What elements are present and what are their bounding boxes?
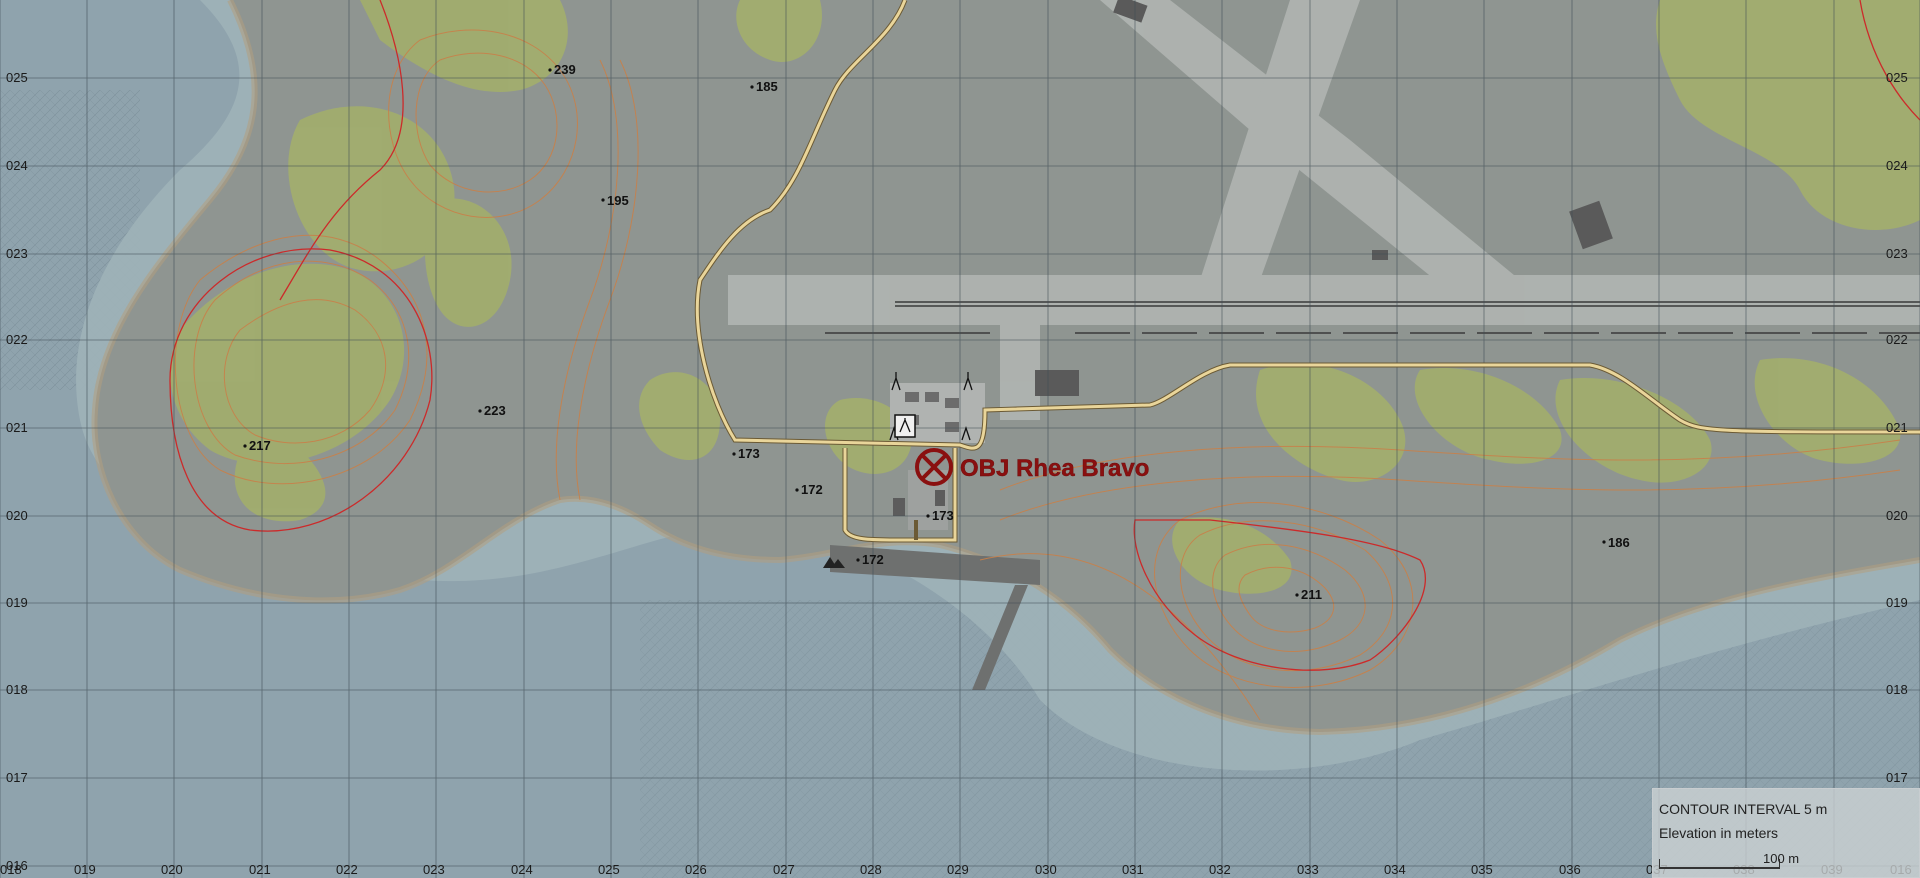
grid-label-x-034: 034	[1384, 862, 1406, 877]
spot-height-239: 239	[554, 62, 576, 77]
grid-label-y-017: 017	[6, 770, 28, 785]
spot-height-172-north: 172	[801, 482, 823, 497]
grid-label-x-033: 033	[1297, 862, 1319, 877]
spot-height-186: 186	[1608, 535, 1630, 550]
grid-label-right-021: 021	[1886, 420, 1908, 435]
grid-label-x-026: 026	[685, 862, 707, 877]
spot-height-172-pier: 172	[862, 552, 884, 567]
spot-height-185: 185	[756, 79, 778, 94]
grid-label-y-025: 025	[6, 70, 28, 85]
scale-bar: 100 m	[1659, 851, 1829, 873]
grid-label-x-036: 036	[1559, 862, 1581, 877]
spot-height-217: 217	[249, 438, 271, 453]
grid-label-right-019: 019	[1886, 595, 1908, 610]
grid-label-y-024: 024	[6, 158, 28, 173]
objective-label[interactable]: OBJ Rhea Bravo	[960, 455, 1150, 482]
grid-label-y-022: 022	[6, 332, 28, 347]
grid-label-x-031: 031	[1122, 862, 1144, 877]
contour-interval-text: CONTOUR INTERVAL 5 m	[1659, 801, 1828, 817]
grid-label-x-028: 028	[860, 862, 882, 877]
spot-height-173-west: 173	[738, 446, 760, 461]
grid-label-right-025: 025	[1886, 70, 1908, 85]
elevation-note-text: Elevation in meters	[1659, 825, 1779, 841]
grid-label-right-018: 018	[1886, 682, 1908, 697]
grid-label-right-020: 020	[1886, 508, 1908, 523]
grid-label-x-022: 022	[336, 862, 358, 877]
grid-label-x-029: 029	[947, 862, 969, 877]
grid-label-right-022: 022	[1886, 332, 1908, 347]
grid-label-right-024: 024	[1886, 158, 1908, 173]
scale-bar-label: 100 m	[1763, 851, 1800, 866]
grid-label-x-035: 035	[1471, 862, 1493, 877]
grid-label-y-020: 020	[6, 508, 28, 523]
map-legend: CONTOUR INTERVAL 5 m Elevation in meters…	[1652, 788, 1920, 878]
flag-icon[interactable]	[894, 414, 916, 438]
grid-label-y-018: 018	[6, 682, 28, 697]
grid-label-x-027: 027	[773, 862, 795, 877]
grid-label-x-019: 019	[74, 862, 96, 877]
spot-height-173-base: 173	[932, 508, 954, 523]
spot-height-211: 211	[1301, 587, 1322, 602]
grid-label-right-017: 017	[1886, 770, 1908, 785]
grid-label-x-023: 023	[423, 862, 445, 877]
grid-label-y-021: 021	[6, 420, 28, 435]
grid-label-y-019: 019	[6, 595, 28, 610]
grid-label-x-018: 018	[0, 862, 22, 877]
grid-label-right-023: 023	[1886, 246, 1908, 261]
grid-label-x-024: 024	[511, 862, 533, 877]
grid-label-x-030: 030	[1035, 862, 1057, 877]
topographic-map[interactable]: 025 024 023 022 021 020 019 018 017 016 …	[0, 0, 1920, 878]
grid-label-x-020: 020	[161, 862, 183, 877]
spot-height-195: 195	[607, 193, 629, 208]
grid-label-x-021: 021	[249, 862, 271, 877]
grid-label-x-025: 025	[598, 862, 620, 877]
grid-label-y-023: 023	[6, 246, 28, 261]
grid-label-x-032: 032	[1209, 862, 1231, 877]
spot-height-223: 223	[484, 403, 506, 418]
